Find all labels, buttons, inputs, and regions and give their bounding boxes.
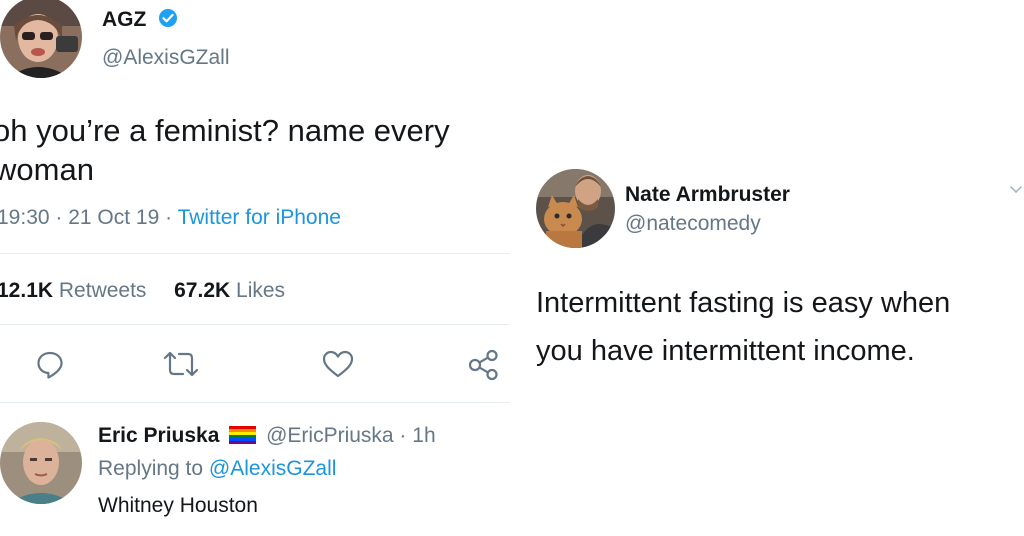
reply-header: Eric Priuska @EricPriuska · 1h [98,424,436,448]
divider [0,402,510,403]
display-name[interactable]: AGZ [102,8,146,32]
reply-handle-time[interactable]: @EricPriuska · 1h [266,424,436,447]
reply-display-name[interactable]: Eric Priuska [98,424,219,447]
divider [0,253,510,254]
right-display-name[interactable]: Nate Armbruster [625,183,790,207]
tweet-text-line1: oh you’re a feminist? name every [0,113,450,148]
replying-prefix: Replying to [98,457,209,480]
right-tweet-text-line2: you have intermittent income. [536,335,915,367]
like-icon[interactable] [321,349,355,379]
retweets-count: 12.1K [0,279,54,302]
likes-count: 67.2K [174,279,231,302]
right-handle[interactable]: @natecomedy [625,212,761,236]
reply-text: Whitney Houston [98,494,258,517]
tweet-text-line2: woman [0,152,94,187]
chevron-down-icon[interactable] [1008,184,1024,196]
avatar-eric[interactable] [0,422,82,504]
verified-badge-icon [158,8,178,28]
avatar-agz[interactable] [0,0,82,78]
likes-stat[interactable]: 67.2K Likes [174,279,285,302]
reply-icon[interactable] [34,348,66,380]
rainbow-flag-icon [229,426,257,444]
right-tweet-text-line1: Intermittent fasting is easy when [536,287,951,319]
tweet-timestamp: 19:30 · 21 Oct 19 · Twitter for iPhone [0,206,341,230]
avatar-nate[interactable] [536,169,615,248]
replying-to: Replying to @AlexisGZall [98,457,336,481]
handle[interactable]: @AlexisGZall [102,46,230,70]
engagement-counts: 12.1K Retweets 67.2K Likes [0,279,285,303]
retweets-stat[interactable]: 12.1K Retweets [0,279,146,302]
likes-label: Likes [236,279,286,302]
time-date[interactable]: 19:30 · 21 Oct 19 · [0,206,178,229]
client-link[interactable]: Twitter for iPhone [178,206,341,229]
retweets-label: Retweets [58,279,147,302]
retweet-icon[interactable] [161,349,201,379]
replying-handle-link[interactable]: @AlexisGZall [209,457,337,480]
divider [0,324,510,325]
share-icon[interactable] [467,349,501,381]
